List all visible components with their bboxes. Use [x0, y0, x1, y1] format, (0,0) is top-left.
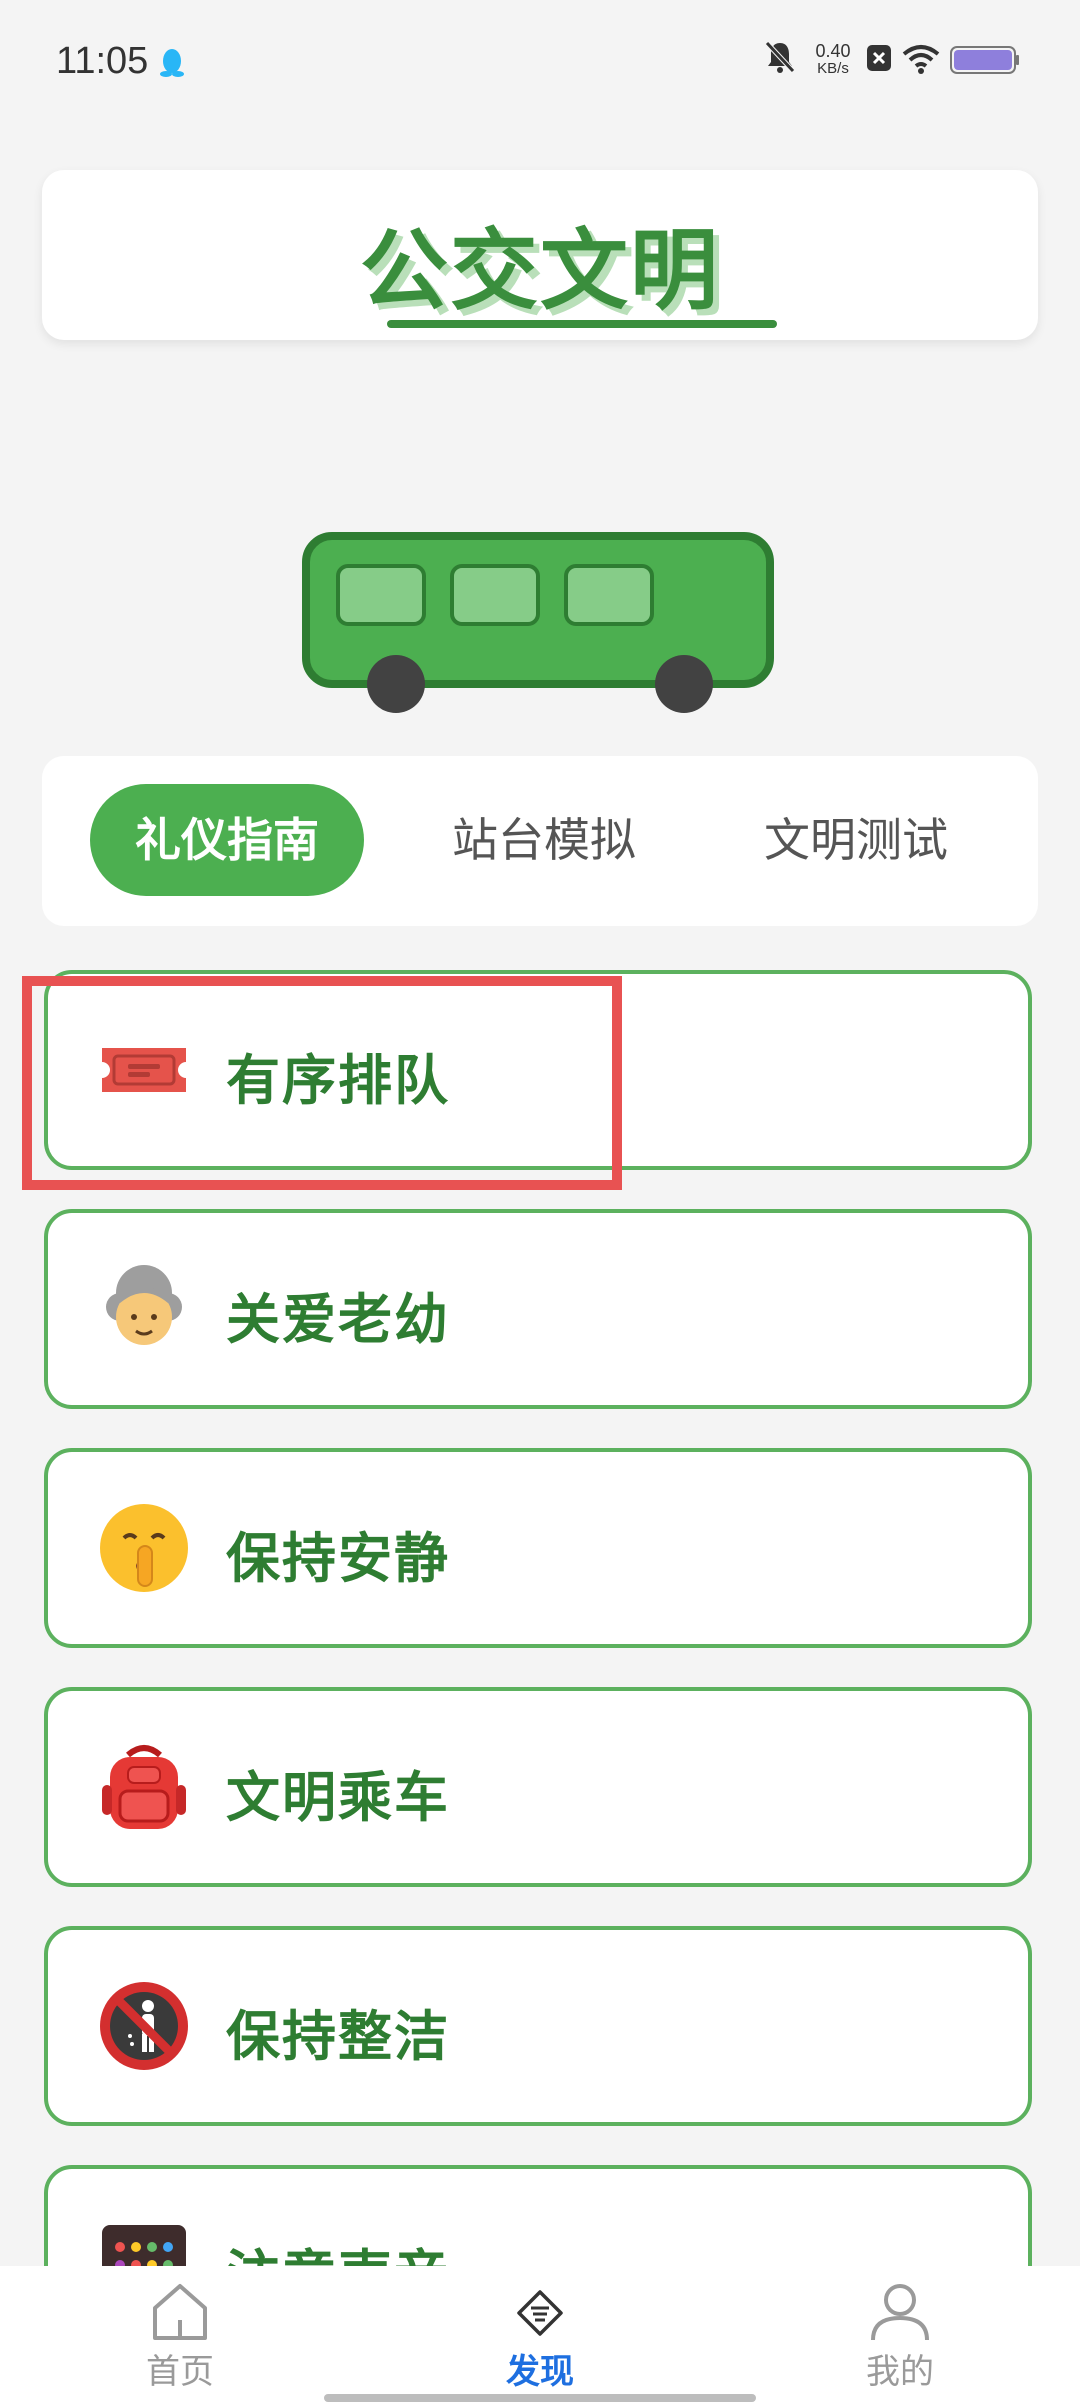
list-item-keep-quiet[interactable]: 保持安静 [44, 1448, 1032, 1648]
tab-etiquette-guide[interactable]: 礼仪指南 [90, 784, 364, 896]
header-card: 公交文明 [42, 170, 1038, 340]
profile-icon [871, 2284, 929, 2341]
nav-label: 首页 [146, 2352, 214, 2392]
list-item-label: 文明乘车 [226, 1766, 450, 1829]
backpack-icon [102, 1745, 186, 1829]
battery-icon [950, 46, 1019, 74]
bus-illustration [302, 532, 774, 713]
sim-off-icon [867, 45, 891, 71]
shushing-face-icon [100, 1504, 188, 1592]
tab-civility-test[interactable]: 文明测试 [730, 784, 982, 896]
no-littering-icon [100, 1982, 188, 2070]
net-speed: 0.40 KB/s [808, 42, 858, 78]
title-underline [387, 320, 777, 328]
home-icon [153, 2284, 207, 2340]
nav-label: 我的 [866, 2352, 934, 2392]
list-item-keep-clean[interactable]: 保持整洁 [44, 1926, 1032, 2126]
home-indicator[interactable] [324, 2394, 756, 2402]
net-speed-unit: KB/s [817, 60, 849, 77]
list-item-label: 保持安静 [226, 1527, 450, 1590]
nav-item-home[interactable]: 首页 [80, 2280, 280, 2393]
qq-penguin-icon [160, 49, 184, 77]
nav-label: 发现 [506, 2352, 574, 2392]
list-item-label: 关爱老幼 [226, 1288, 450, 1351]
discover-icon [517, 2290, 563, 2336]
bottom-nav: 首页 发现 我的 [0, 2266, 1080, 2408]
list-item-civilized-riding[interactable]: 文明乘车 [44, 1687, 1032, 1887]
tab-station-simulation[interactable]: 站台模拟 [418, 784, 670, 896]
net-speed-value: 0.40 [815, 41, 851, 61]
mute-bell-icon [765, 41, 795, 73]
page-title: 公交文明 [359, 219, 720, 322]
status-time: 11:05 [56, 40, 149, 82]
nav-item-profile[interactable]: 我的 [800, 2280, 1000, 2393]
tab-bar: 礼仪指南 站台模拟 文明测试 [42, 756, 1038, 926]
selection-highlight [22, 976, 622, 1190]
list-item-label: 保持整洁 [226, 2005, 450, 2068]
status-bar: 11:05 0.40 KB/s [0, 0, 1080, 130]
nav-item-discover[interactable]: 发现 [440, 2280, 640, 2393]
list-item-care-elderly[interactable]: 关爱老幼 [44, 1209, 1032, 1409]
wifi-icon [902, 45, 940, 74]
elderly-person-icon [106, 1265, 182, 1345]
